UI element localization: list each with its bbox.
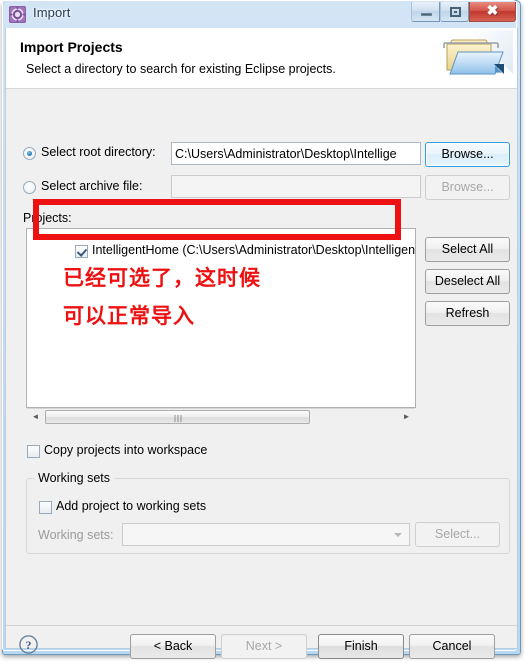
annotation-text-line1: 已经可选了，这时候: [63, 266, 261, 290]
list-item[interactable]: IntelligentHome (C:\Users\Administrator\…: [27, 242, 415, 262]
refresh-button[interactable]: Refresh: [425, 301, 510, 326]
archive-browse-button: Browse...: [425, 175, 510, 200]
finish-button[interactable]: Finish: [318, 634, 404, 659]
eclipse-import-icon: [9, 6, 26, 23]
deselect-all-button[interactable]: Deselect All: [425, 269, 510, 294]
next-button: Next >: [221, 634, 307, 659]
select-root-directory-radio[interactable]: [23, 147, 36, 160]
working-sets-group-title: Working sets: [34, 471, 115, 485]
add-project-to-working-sets-checkbox[interactable]: [39, 501, 52, 514]
scroll-thumb[interactable]: [45, 410, 310, 424]
scroll-right-arrow-icon[interactable]: ►: [398, 409, 415, 425]
projects-label: Projects:: [23, 211, 72, 225]
dialog-banner: Import Projects Select a directory to se…: [6, 28, 517, 89]
folder-import-icon: [441, 30, 513, 88]
project-label: IntelligentHome (C:\Users\Administrator\…: [92, 243, 416, 257]
help-icon[interactable]: ?: [19, 635, 38, 654]
select-archive-file-label: Select archive file:: [41, 179, 143, 193]
copy-projects-checkbox[interactable]: [27, 445, 40, 458]
select-archive-file-radio[interactable]: [23, 181, 36, 194]
select-root-directory-label: Select root directory:: [41, 145, 156, 159]
back-button[interactable]: < Back: [130, 634, 216, 659]
maximize-icon: [450, 7, 461, 17]
titlebar[interactable]: Import ✖: [3, 1, 520, 28]
archive-file-input[interactable]: [171, 175, 421, 198]
add-project-to-working-sets-label: Add project to working sets: [56, 499, 207, 513]
cancel-button[interactable]: Cancel: [409, 634, 495, 659]
select-all-button[interactable]: Select All: [425, 237, 510, 262]
window-title: Import: [33, 5, 71, 20]
chevron-down-icon: [394, 532, 402, 537]
svg-text:?: ?: [26, 638, 32, 652]
close-button[interactable]: ✖: [469, 2, 516, 22]
project-checkbox[interactable]: [75, 245, 88, 258]
annotation-text-line2: 可以正常导入: [63, 304, 195, 328]
working-sets-select-button: Select...: [415, 522, 500, 547]
root-browse-button[interactable]: Browse...: [425, 142, 510, 167]
scroll-grip-icon: [174, 415, 181, 422]
dialog-body: Import Projects Select a directory to se…: [5, 28, 518, 659]
projects-hscrollbar[interactable]: ◄ ►: [27, 408, 415, 425]
working-sets-combo-label: Working sets:: [38, 528, 114, 542]
page-subtitle: Select a directory to search for existin…: [26, 62, 336, 76]
maximize-button[interactable]: [440, 2, 469, 22]
minimize-icon: [421, 13, 432, 16]
minimize-button[interactable]: [411, 2, 440, 22]
root-directory-input[interactable]: C:\Users\Administrator\Desktop\Intellige: [171, 142, 421, 165]
footer-separator: [6, 625, 517, 626]
copy-projects-label: Copy projects into workspace: [44, 443, 208, 457]
scroll-left-arrow-icon[interactable]: ◄: [27, 409, 44, 425]
working-sets-combo[interactable]: [122, 523, 410, 546]
page-title: Import Projects: [20, 39, 123, 55]
import-dialog-window: Import ✖ Import Projects Select a direct…: [0, 0, 525, 663]
window-controls: ✖: [411, 2, 516, 23]
close-icon: ✖: [486, 4, 499, 19]
